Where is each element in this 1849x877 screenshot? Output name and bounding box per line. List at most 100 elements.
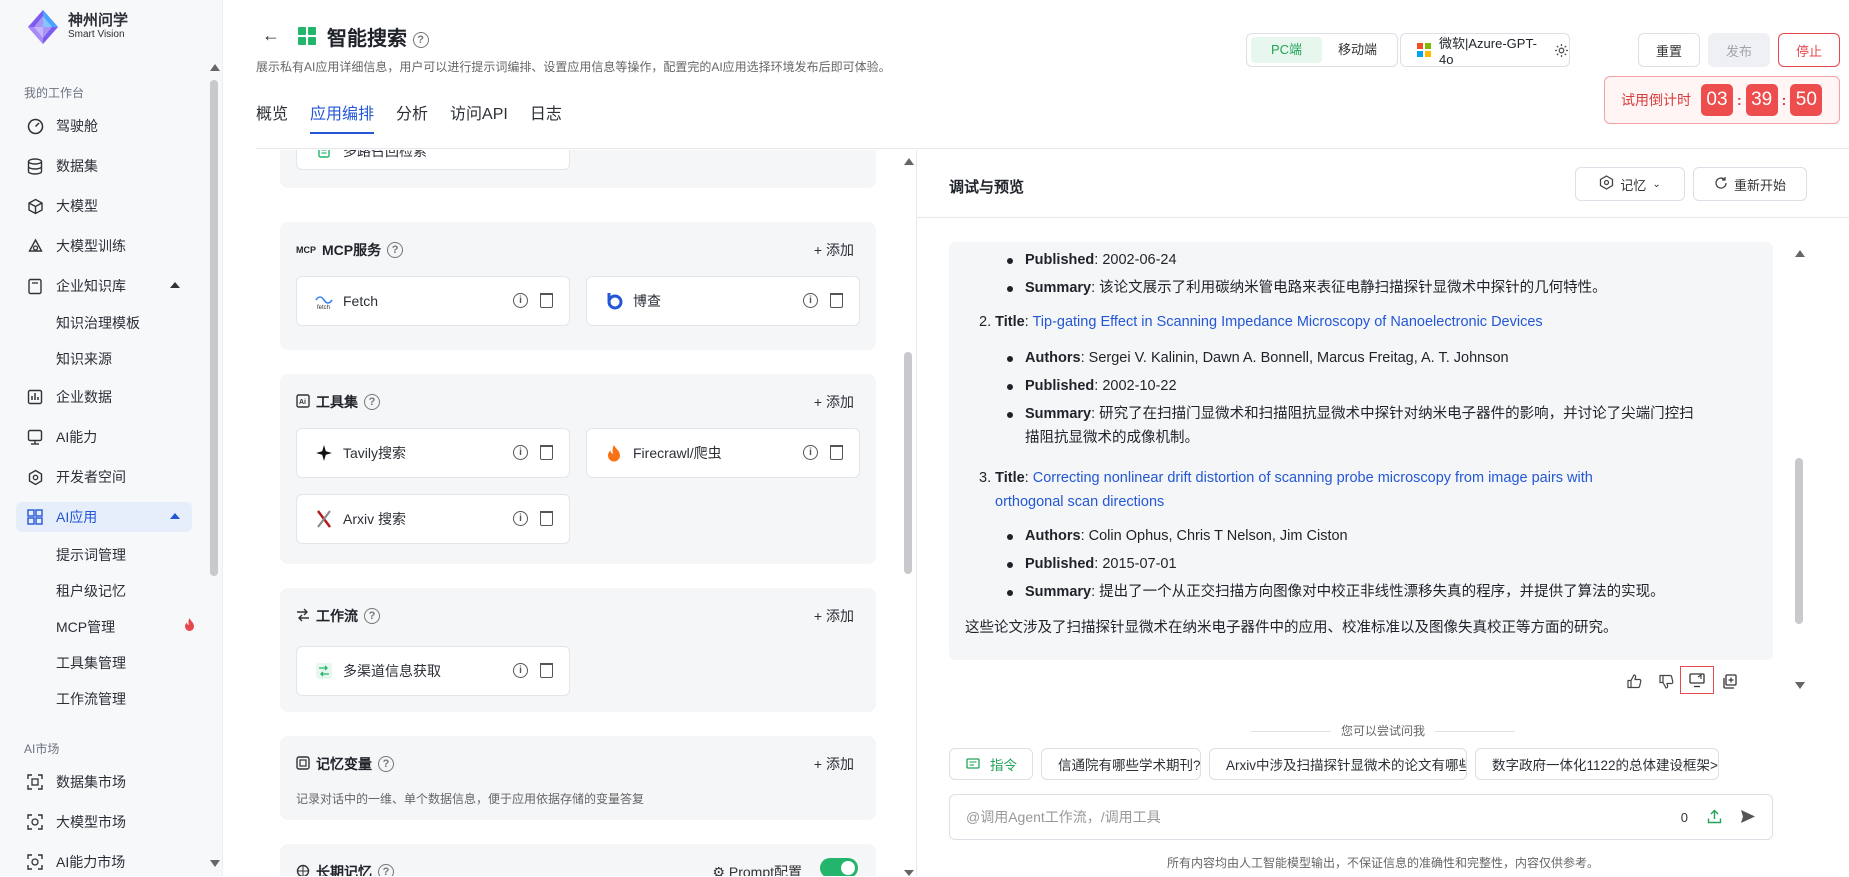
sidebar-subitem-tenant-memory[interactable]: 租户级记忆 <box>56 581 126 601</box>
brand-logo[interactable]: 神州问学 Smart Vision <box>24 8 128 46</box>
workflow-item[interactable]: 多渠道信息获取 i <box>296 646 570 696</box>
suggestion-chip[interactable]: 信通院有哪些学术期刊? <box>1041 748 1201 780</box>
mcp-icon: MCP <box>296 245 316 255</box>
restart-button[interactable]: 重新开始 <box>1693 167 1807 201</box>
help-icon[interactable]: ? <box>387 242 404 258</box>
model-selector[interactable]: 微软|Azure-GPT-4o <box>1400 33 1570 67</box>
config-scroll-down[interactable] <box>904 870 914 876</box>
tools-add-button[interactable]: + 添加 <box>814 392 854 412</box>
chat-input[interactable]: @调用Agent工作流，/调用工具 0 <box>949 794 1773 840</box>
trash-icon[interactable] <box>540 445 553 460</box>
mcp-add-button[interactable]: + 添加 <box>814 240 854 260</box>
prompt-config-button[interactable]: ⚙ Prompt配置 <box>712 862 802 876</box>
suggestion-chip[interactable]: Arxiv中涉及扫描探针显微术的论文有哪些? <box>1209 748 1467 780</box>
collapse-arrow-icon[interactable] <box>170 513 180 519</box>
platform-pc[interactable]: PC端 <box>1251 37 1322 63</box>
chat-scrollbar[interactable] <box>1795 458 1803 624</box>
settings-gear-icon[interactable] <box>1554 43 1569 58</box>
info-icon[interactable]: i <box>513 511 528 526</box>
help-icon[interactable]: ? <box>378 864 394 876</box>
training-icon <box>26 237 44 255</box>
tab-logs[interactable]: 日志 <box>530 100 562 132</box>
workflow-icon <box>313 660 335 682</box>
cube-icon <box>26 197 44 215</box>
command-chip[interactable]: 指令 <box>949 748 1033 780</box>
sidebar-item-dataset[interactable]: 数据集 <box>16 151 192 181</box>
config-scrollbar[interactable] <box>904 352 912 574</box>
tool-item-firecrawl[interactable]: Firecrawl/爬虫 i <box>586 428 860 478</box>
trash-icon[interactable] <box>540 511 553 526</box>
tool-item-tavily[interactable]: Tavily搜索 i <box>296 428 570 478</box>
help-icon[interactable]: ? <box>412 31 429 48</box>
paper-link[interactable]: orthogonal scan directions <box>995 494 1164 510</box>
collapse-arrow-icon[interactable] <box>170 282 180 288</box>
tab-orchestration[interactable]: 应用编排 <box>310 100 375 134</box>
mcp-item-fetch[interactable]: fetch Fetch i <box>296 276 570 326</box>
multi-recall-item[interactable]: 多路召回检索 <box>296 150 570 170</box>
back-arrow-icon[interactable]: ← <box>258 22 284 48</box>
paper-link[interactable]: Tip-gating Effect in Scanning Impedance … <box>1032 314 1542 330</box>
chat-scroll-down[interactable] <box>1795 682 1805 689</box>
help-icon[interactable]: ? <box>364 608 380 624</box>
upload-icon[interactable] <box>1707 809 1722 827</box>
sidebar-subitem-sources[interactable]: 知识来源 <box>56 349 112 369</box>
sidebar-scrollbar[interactable] <box>210 80 218 576</box>
trash-icon[interactable] <box>540 663 553 678</box>
workflow-add-button[interactable]: + 添加 <box>814 606 854 626</box>
sidebar-item-knowledge[interactable]: 企业知识库 <box>16 271 192 301</box>
suggestion-chip[interactable]: 数字政府一体化1122的总体建设框架> <box>1475 748 1719 780</box>
sidebar-item-cockpit[interactable]: 驾驶舱 <box>16 111 192 141</box>
sidebar-scroll-up[interactable] <box>210 64 220 71</box>
sidebar-subitem-tools[interactable]: 工具集管理 <box>56 653 126 673</box>
reset-button[interactable]: 重置 <box>1638 33 1700 67</box>
help-icon[interactable]: ? <box>364 394 380 410</box>
page-description: 展示私有AI应用详细信息，用户可以进行提示词编排、设置应用信息等操作，配置完的A… <box>256 60 891 74</box>
thumbs-up-icon[interactable] <box>1623 670 1645 692</box>
copy-icon[interactable] <box>1718 670 1740 692</box>
sidebar-subitem-governance[interactable]: 知识治理模板 <box>56 313 140 333</box>
list-item-cont: orthogonal scan directions <box>995 492 1164 512</box>
info-icon[interactable]: i <box>513 445 528 460</box>
info-icon[interactable]: i <box>803 293 818 308</box>
sidebar-subitem-mcp[interactable]: MCP管理 <box>56 617 196 637</box>
stop-button[interactable]: 停止 <box>1778 33 1840 67</box>
sidebar-item-model[interactable]: 大模型 <box>16 191 192 221</box>
info-icon[interactable]: i <box>513 663 528 678</box>
mcp-item-bocha[interactable]: 博查 i <box>586 276 860 326</box>
platform-mobile[interactable]: 移动端 <box>1322 37 1393 63</box>
sidebar-item-model-training[interactable]: 大模型训练 <box>16 231 192 261</box>
memvar-add-button[interactable]: + 添加 <box>814 754 854 774</box>
sidebar-scroll-down[interactable] <box>210 860 220 867</box>
list-item: Authors: Colin Ophus, Chris T Nelson, Ji… <box>1007 526 1348 546</box>
trash-icon[interactable] <box>830 445 843 460</box>
sidebar-subitem-prompts[interactable]: 提示词管理 <box>56 545 126 565</box>
send-icon[interactable] <box>1740 809 1756 827</box>
preview-icon[interactable] <box>1680 666 1714 694</box>
sidebar-item-model-market[interactable]: 大模型市场 <box>16 807 192 837</box>
sidebar-item-enterprise-data[interactable]: 企业数据 <box>16 382 192 412</box>
tab-api[interactable]: 访问API <box>450 100 508 132</box>
trash-icon[interactable] <box>830 293 843 308</box>
thumbs-down-icon[interactable] <box>1655 670 1677 692</box>
sidebar-item-ai-app[interactable]: AI应用 <box>16 502 192 532</box>
memory-button[interactable]: 记忆 ⌄ <box>1575 167 1685 201</box>
publish-button[interactable]: 发布 <box>1708 33 1770 67</box>
workflow-icon <box>296 608 310 625</box>
tool-item-arxiv[interactable]: Arxiv 搜索 i <box>296 494 570 544</box>
trash-icon[interactable] <box>540 293 553 308</box>
sidebar-item-dataset-market[interactable]: 数据集市场 <box>16 767 192 797</box>
info-icon[interactable]: i <box>513 293 528 308</box>
info-icon[interactable]: i <box>803 445 818 460</box>
config-scroll-up[interactable] <box>904 158 914 165</box>
sidebar-item-dev-space[interactable]: 开发者空间 <box>16 462 192 492</box>
trial-countdown: 试用倒计时 03: 39: 50 <box>1604 76 1840 124</box>
chat-scroll-up[interactable] <box>1795 250 1805 257</box>
tab-overview[interactable]: 概览 <box>256 100 288 132</box>
long-memory-toggle[interactable] <box>820 858 858 876</box>
sidebar-item-ai-market[interactable]: AI能力市场 <box>16 847 192 877</box>
sidebar-item-ai-capability[interactable]: AI能力 <box>16 422 192 452</box>
paper-link[interactable]: Correcting nonlinear drift distortion of… <box>1033 470 1593 486</box>
tab-analysis[interactable]: 分析 <box>396 100 428 132</box>
sidebar-subitem-workflows[interactable]: 工作流管理 <box>56 689 126 709</box>
help-icon[interactable]: ? <box>378 756 394 772</box>
